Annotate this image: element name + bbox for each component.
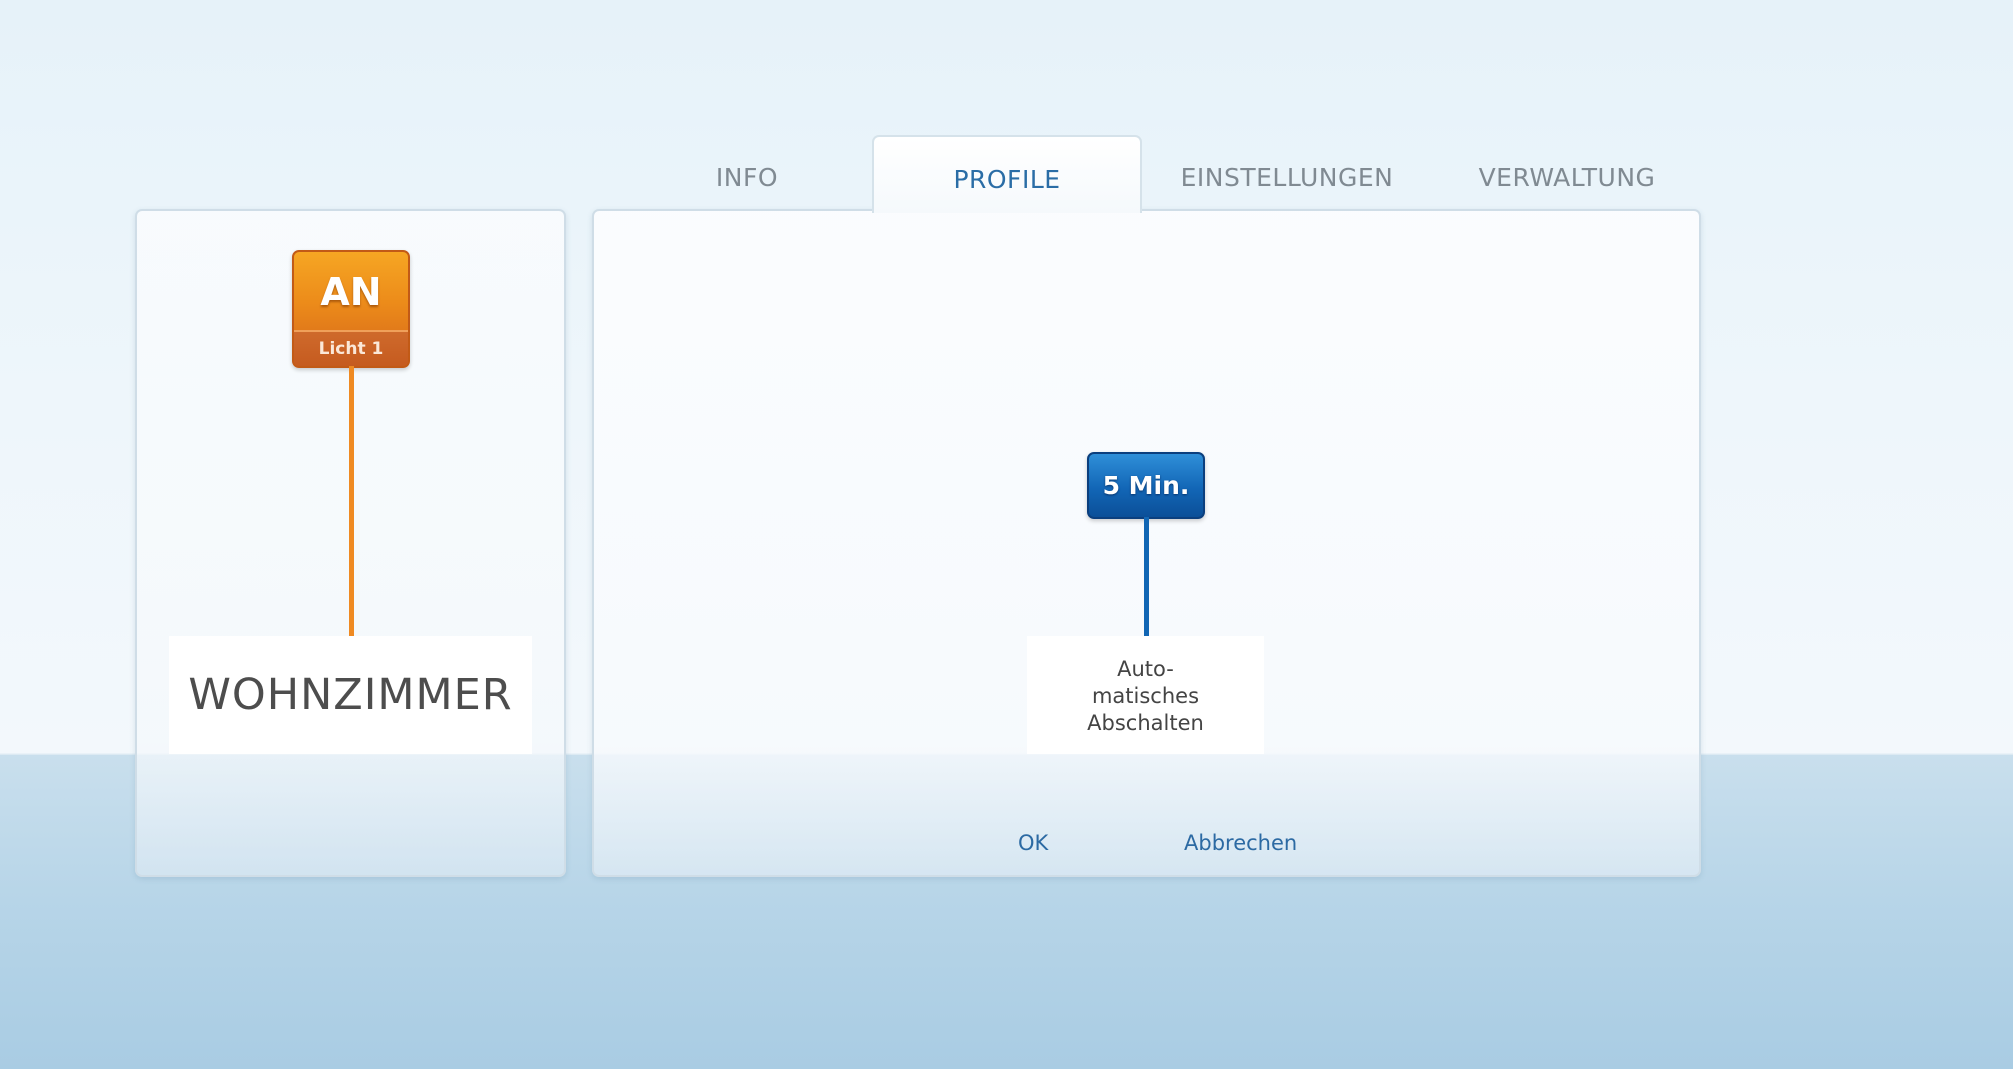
- profile-connector-line: [1144, 517, 1149, 636]
- device-state-label: AN: [320, 270, 382, 314]
- cancel-button[interactable]: Abbrechen: [1184, 826, 1297, 860]
- tab-profile[interactable]: PROFILE: [872, 135, 1142, 213]
- tab-einstellungen[interactable]: EINSTELLUNGEN: [1152, 135, 1422, 211]
- tab-info[interactable]: INFO: [612, 135, 882, 211]
- device-status-tile[interactable]: AN Licht 1: [292, 250, 410, 368]
- profile-name-line: matisches: [1091, 684, 1200, 708]
- profile-name-line: Auto-: [1117, 657, 1174, 681]
- profile-timer-tile[interactable]: 5 Min.: [1087, 452, 1205, 519]
- tab-bar: INFO PROFILE EINSTELLUNGEN VERWALTUNG: [592, 135, 1702, 213]
- device-connector-line: [349, 366, 354, 636]
- room-name-card: WOHNZIMMER: [169, 636, 532, 754]
- device-name-label: Licht 1: [294, 330, 408, 366]
- tab-verwaltung[interactable]: VERWALTUNG: [1432, 135, 1702, 211]
- profile-name-line: Abschalten: [1087, 711, 1204, 735]
- ok-button[interactable]: OK: [1018, 826, 1048, 860]
- profile-name-card[interactable]: Auto- matisches Abschalten: [1027, 636, 1264, 754]
